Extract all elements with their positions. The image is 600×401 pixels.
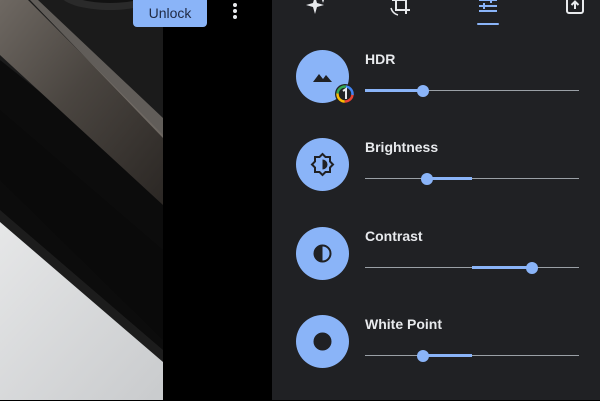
active-tab-indicator [477, 23, 499, 25]
contrast-slider[interactable] [365, 261, 579, 275]
adjustment-label: White Point [365, 316, 442, 332]
contrast-icon[interactable] [296, 227, 349, 280]
adjustment-row-hdr: HDR [272, 48, 600, 136]
photo-canvas[interactable]: Unlock [0, 0, 272, 400]
adjustment-label: HDR [365, 51, 396, 67]
unlock-button[interactable]: Unlock [133, 0, 207, 27]
color-ring-badge-icon [334, 83, 356, 105]
photo-preview[interactable] [0, 0, 163, 400]
slider-thumb[interactable] [416, 85, 429, 97]
adjustment-label: Brightness [365, 139, 439, 155]
adjustment-row-contrast: Contrast [272, 225, 600, 313]
slider-track[interactable] [365, 355, 579, 356]
slider-track[interactable] [365, 178, 579, 179]
export-box-icon[interactable] [561, 0, 589, 18]
slider-thumb[interactable] [416, 350, 429, 362]
more-vert-icon[interactable] [224, 0, 246, 22]
photo-image [0, 0, 163, 400]
adjustment-row-brightness: Brightness [272, 136, 600, 224]
tune-sliders-icon[interactable] [474, 0, 502, 18]
white-point-slider[interactable] [365, 349, 579, 363]
slider-active-range [365, 89, 423, 92]
adjustment-label: Contrast [365, 228, 423, 244]
slider-active-range [422, 354, 472, 357]
crop-rotate-icon[interactable] [388, 0, 416, 18]
white-point-icon[interactable] [296, 315, 349, 368]
hdr-slider[interactable] [365, 84, 579, 98]
sparkle-icon[interactable] [302, 0, 330, 18]
slider-active-range [427, 177, 472, 180]
brightness-slider[interactable] [365, 172, 579, 186]
slider-thumb[interactable] [421, 173, 434, 185]
slider-thumb[interactable] [525, 262, 538, 274]
slider-active-range [472, 266, 532, 269]
adjustment-row-white-point: White Point [272, 313, 600, 401]
brightness-icon[interactable] [296, 138, 349, 191]
